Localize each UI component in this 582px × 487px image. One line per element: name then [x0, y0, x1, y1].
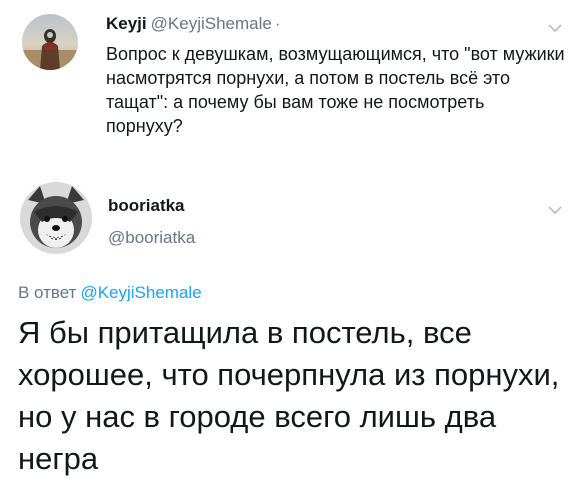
author-display-name[interactable]: Keyji — [106, 14, 147, 33]
tweet-text: Вопрос к девушкам, возмущающимся, что "в… — [106, 44, 565, 136]
chevron-down-icon[interactable] — [548, 202, 562, 215]
avatar-image-icon — [22, 14, 78, 70]
reply-context-prefix: В ответ — [18, 283, 77, 302]
original-tweet: Keyji @KeyjiShemale · Вопрос к девушкам, в… — [0, 0, 582, 170]
chevron-down-icon[interactable] — [548, 20, 562, 33]
author-handle[interactable]: @KeyjiShemale — [151, 14, 272, 33]
reply-tweet-header: booriatka @booriatka — [0, 182, 582, 262]
avatar[interactable] — [22, 14, 78, 70]
reply-author-handle[interactable]: @booriatka — [108, 228, 195, 248]
reply-tweet-text: Я бы притащила в постель, все хорошее, ч… — [18, 315, 560, 476]
avatar[interactable] — [20, 182, 92, 254]
separator-dot: · — [274, 14, 281, 33]
reply-mention-link[interactable]: @KeyjiShemale — [80, 283, 201, 302]
dog-avatar-icon — [20, 182, 92, 254]
reply-context: В ответ @KeyjiShemale — [18, 283, 202, 303]
reply-author-display-name[interactable]: booriatka — [108, 196, 185, 216]
tweet-header: Keyji @KeyjiShemale · — [106, 14, 281, 34]
